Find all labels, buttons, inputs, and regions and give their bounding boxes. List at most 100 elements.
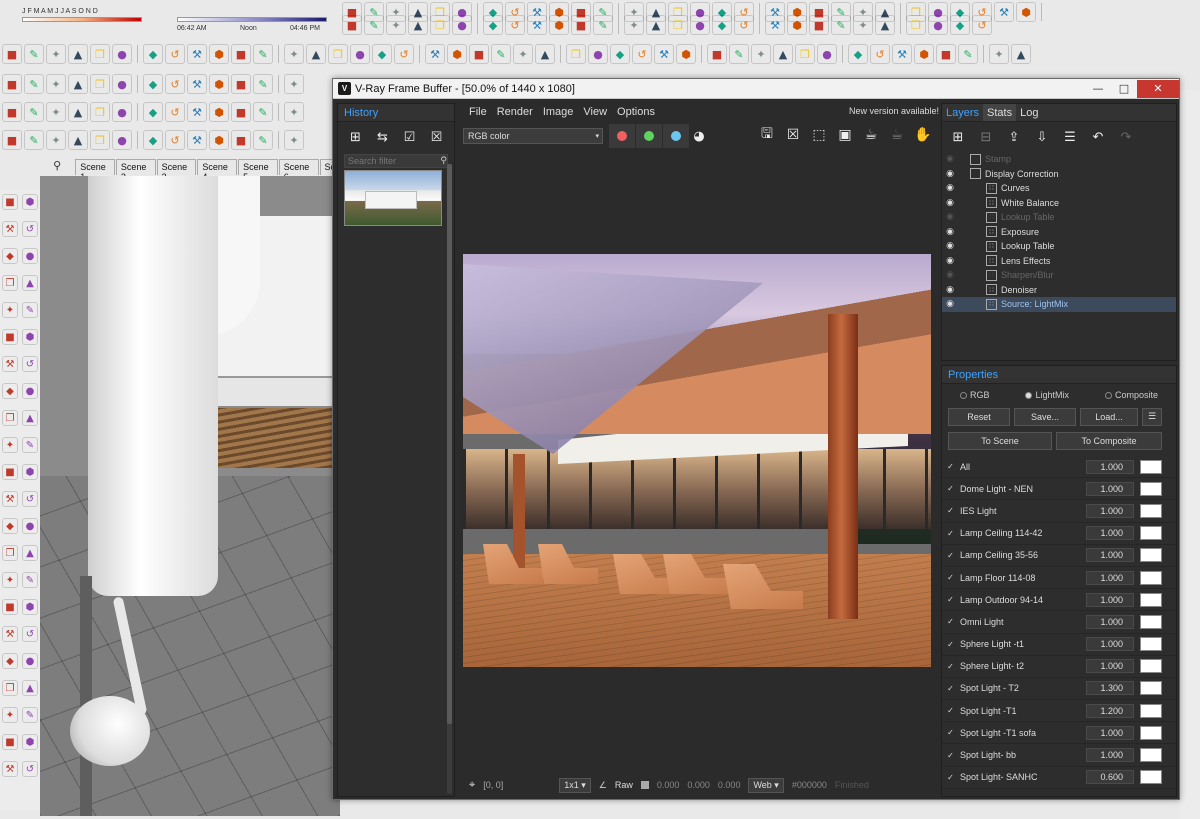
- side-tool-icon[interactable]: ●: [22, 383, 38, 399]
- toolbar-tool-icon[interactable]: ⚒: [892, 44, 912, 64]
- search-icon[interactable]: ⚲: [40, 159, 74, 175]
- side-tool-icon[interactable]: ◆: [2, 518, 18, 534]
- side-tool-icon[interactable]: ●: [22, 518, 38, 534]
- toolbar-tool-icon[interactable]: ◆: [848, 44, 868, 64]
- toolbar-tool-icon[interactable]: ✎: [831, 15, 851, 35]
- side-tool-icon[interactable]: ⬢: [22, 464, 38, 480]
- save-to-history-icon[interactable]: ⊞: [346, 127, 366, 147]
- side-tool-icon[interactable]: ⬢: [22, 329, 38, 345]
- layer-item[interactable]: ◉ ∷ Source: LightMix: [942, 297, 1176, 312]
- toolbar-tool-icon[interactable]: ■: [469, 44, 489, 64]
- toolbar-tool-icon[interactable]: ●: [350, 44, 370, 64]
- toolbar-tool-icon[interactable]: ■: [231, 44, 251, 64]
- track-mouse-icon[interactable]: ▣: [835, 125, 855, 145]
- toolbar-tool-icon[interactable]: ✦: [751, 44, 771, 64]
- light-intensity-input[interactable]: 1.200: [1086, 703, 1134, 718]
- light-color-swatch[interactable]: [1140, 659, 1162, 674]
- render-image[interactable]: [463, 254, 931, 667]
- side-tool-icon[interactable]: ▲: [22, 410, 38, 426]
- history-search-input[interactable]: Search filter ⚲: [344, 154, 448, 168]
- light-checkbox[interactable]: ✓: [946, 773, 955, 782]
- add-layer-icon[interactable]: ⊞: [948, 127, 968, 147]
- light-checkbox[interactable]: ✓: [946, 484, 955, 493]
- toolbar-tool-icon[interactable]: ❐: [90, 130, 110, 150]
- layer-item[interactable]: ◉ ∷ Sharpen/Blur: [942, 268, 1176, 283]
- light-color-swatch[interactable]: [1140, 592, 1162, 607]
- toolbar-tool-icon[interactable]: ✎: [729, 44, 749, 64]
- toolbar-tool-icon[interactable]: ▲: [535, 44, 555, 64]
- layer-item[interactable]: ◉ ∷ Curves: [942, 181, 1176, 196]
- toolbar-tool-icon[interactable]: ◆: [950, 15, 970, 35]
- layer-item[interactable]: ◉ ∷ Denoiser: [942, 283, 1176, 298]
- scene-tab[interactable]: Scene 1: [75, 159, 115, 182]
- side-tool-icon[interactable]: ✎: [22, 572, 38, 588]
- light-checkbox[interactable]: ✓: [946, 595, 955, 604]
- toolbar-tool-icon[interactable]: ■: [2, 102, 22, 122]
- visibility-eye-icon[interactable]: ◉: [942, 212, 958, 222]
- toolbar-tool-icon[interactable]: ⬢: [209, 74, 229, 94]
- history-thumbnail[interactable]: [344, 170, 442, 226]
- toolbar-tool-icon[interactable]: ✎: [491, 44, 511, 64]
- toolbar-tool-icon[interactable]: ❐: [328, 44, 348, 64]
- save-button[interactable]: Save...: [1014, 408, 1076, 426]
- menu-image[interactable]: Image: [543, 106, 574, 118]
- light-checkbox[interactable]: ✓: [946, 551, 955, 560]
- light-color-swatch[interactable]: [1140, 703, 1162, 718]
- light-color-swatch[interactable]: [1140, 503, 1162, 518]
- toolbar-tool-icon[interactable]: ✦: [284, 130, 304, 150]
- toolbar-tool-icon[interactable]: ◆: [143, 44, 163, 64]
- light-checkbox[interactable]: ✓: [946, 662, 955, 671]
- toolbar-tool-icon[interactable]: ✦: [284, 74, 304, 94]
- side-tool-icon[interactable]: ⚒: [2, 761, 18, 777]
- layer-item[interactable]: ◉ Display Correction: [942, 167, 1176, 182]
- light-intensity-input[interactable]: 1.000: [1086, 614, 1134, 629]
- load-history-icon[interactable]: ☑: [400, 127, 420, 147]
- toolbar-tool-icon[interactable]: ✦: [624, 15, 644, 35]
- toolbar-tool-icon[interactable]: ✦: [989, 44, 1009, 64]
- toolbar-tool-icon[interactable]: ✦: [284, 44, 304, 64]
- remove-history-icon[interactable]: ☒: [427, 127, 447, 147]
- toolbar-tool-icon[interactable]: ⬢: [914, 44, 934, 64]
- toolbar-tool-icon[interactable]: ■: [707, 44, 727, 64]
- layer-item[interactable]: ◉ Stamp: [942, 152, 1176, 167]
- save-layer-tree-icon[interactable]: ⇪: [1004, 127, 1024, 147]
- toolbar-tool-icon[interactable]: ●: [112, 130, 132, 150]
- light-color-swatch[interactable]: [1140, 681, 1162, 696]
- toolbar-tool-icon[interactable]: ❐: [795, 44, 815, 64]
- mode-radio-composite[interactable]: Composite: [1104, 390, 1158, 400]
- toolbar-tool-icon[interactable]: ◆: [372, 44, 392, 64]
- toolbar-tool-icon[interactable]: ✎: [253, 74, 273, 94]
- toolbar-tool-icon[interactable]: ⬢: [787, 15, 807, 35]
- toolbar-tool-icon[interactable]: ■: [231, 130, 251, 150]
- visibility-eye-icon[interactable]: ◉: [942, 198, 958, 208]
- light-color-swatch[interactable]: [1140, 725, 1162, 740]
- toolbar-tool-icon[interactable]: ●: [817, 44, 837, 64]
- light-color-swatch[interactable]: [1140, 459, 1162, 474]
- toolbar-tool-icon[interactable]: ◆: [483, 15, 503, 35]
- toolbar-tool-icon[interactable]: ⚒: [654, 44, 674, 64]
- light-intensity-input[interactable]: 1.000: [1086, 570, 1134, 585]
- close-icon[interactable]: ✕: [1137, 79, 1179, 98]
- toolbar-tool-icon[interactable]: ⚒: [765, 15, 785, 35]
- light-checkbox[interactable]: ✓: [946, 728, 955, 737]
- toolbar-tool-icon[interactable]: ●: [112, 74, 132, 94]
- clear-image-icon[interactable]: ☒: [783, 125, 803, 145]
- toolbar-tool-icon[interactable]: ▲: [875, 15, 895, 35]
- side-tool-icon[interactable]: ✎: [22, 437, 38, 453]
- shadow-settings-bar[interactable]: J F M A M J J A S O N D 06:42 AM Noon 04…: [22, 8, 332, 36]
- toolbar-tool-icon[interactable]: ●: [588, 44, 608, 64]
- load-layer-tree-icon[interactable]: ⇩: [1032, 127, 1052, 147]
- toolbar-tool-icon[interactable]: ✎: [24, 130, 44, 150]
- green-channel-button[interactable]: [636, 124, 662, 148]
- maximize-icon[interactable]: □: [1111, 80, 1137, 98]
- mode-radio-lightmix[interactable]: LightMix: [1025, 390, 1069, 400]
- toolbar-tool-icon[interactable]: ⚒: [527, 15, 547, 35]
- light-intensity-input[interactable]: 1.000: [1086, 526, 1134, 541]
- toolbar-tool-icon[interactable]: ❐: [906, 15, 926, 35]
- minimize-icon[interactable]: —: [1085, 80, 1111, 98]
- toolbar-tool-icon[interactable]: ✎: [253, 102, 273, 122]
- side-tool-icon[interactable]: ■: [2, 464, 18, 480]
- scene-tab[interactable]: Scene 4: [197, 159, 238, 182]
- channel-select[interactable]: RGB color ▾: [463, 128, 603, 144]
- toolbar-tool-icon[interactable]: ✎: [253, 130, 273, 150]
